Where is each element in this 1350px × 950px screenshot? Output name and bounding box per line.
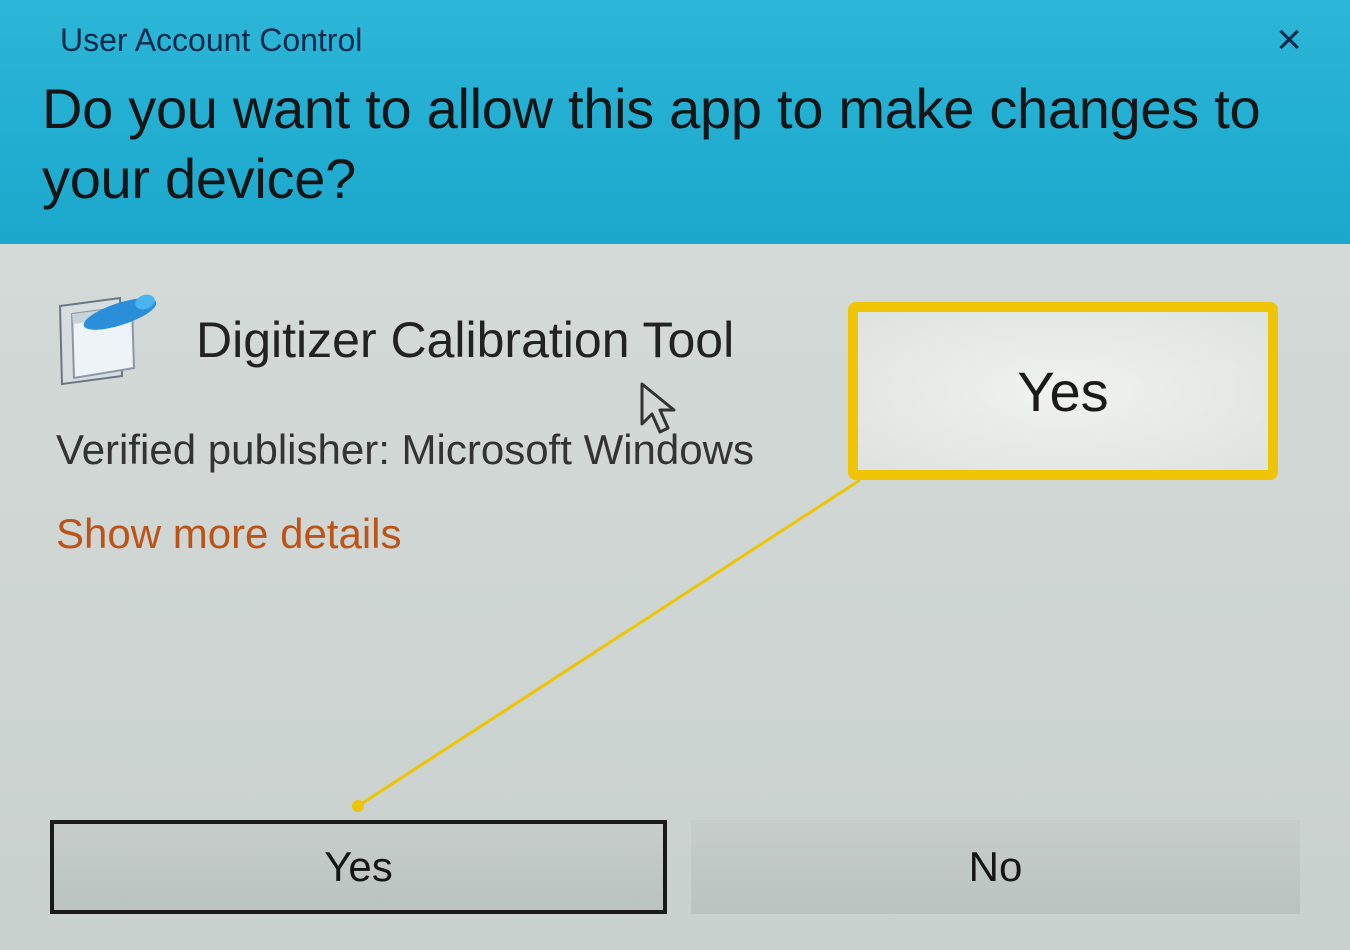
dialog-title: User Account Control <box>60 22 362 59</box>
uac-prompt-question: Do you want to allow this app to make ch… <box>0 74 1350 214</box>
uac-dialog: User Account Control × Do you want to al… <box>0 0 1350 950</box>
close-button[interactable]: × <box>1258 18 1320 62</box>
callout-highlight-box: Yes <box>848 302 1278 480</box>
callout-label: Yes <box>1017 359 1108 424</box>
annotation-dot <box>352 800 364 812</box>
yes-button[interactable]: Yes <box>50 820 667 914</box>
show-more-details-link[interactable]: Show more details <box>56 510 1300 558</box>
dialog-header: User Account Control × Do you want to al… <box>0 0 1350 244</box>
button-row: Yes No <box>50 820 1300 914</box>
tablet-pen-icon <box>50 288 160 392</box>
app-name: Digitizer Calibration Tool <box>196 311 734 369</box>
title-bar: User Account Control × <box>0 0 1350 74</box>
yes-button-label: Yes <box>324 843 393 891</box>
no-button-label: No <box>969 843 1023 891</box>
no-button[interactable]: No <box>691 820 1300 914</box>
dialog-body: Digitizer Calibration Tool Verified publ… <box>0 244 1350 950</box>
